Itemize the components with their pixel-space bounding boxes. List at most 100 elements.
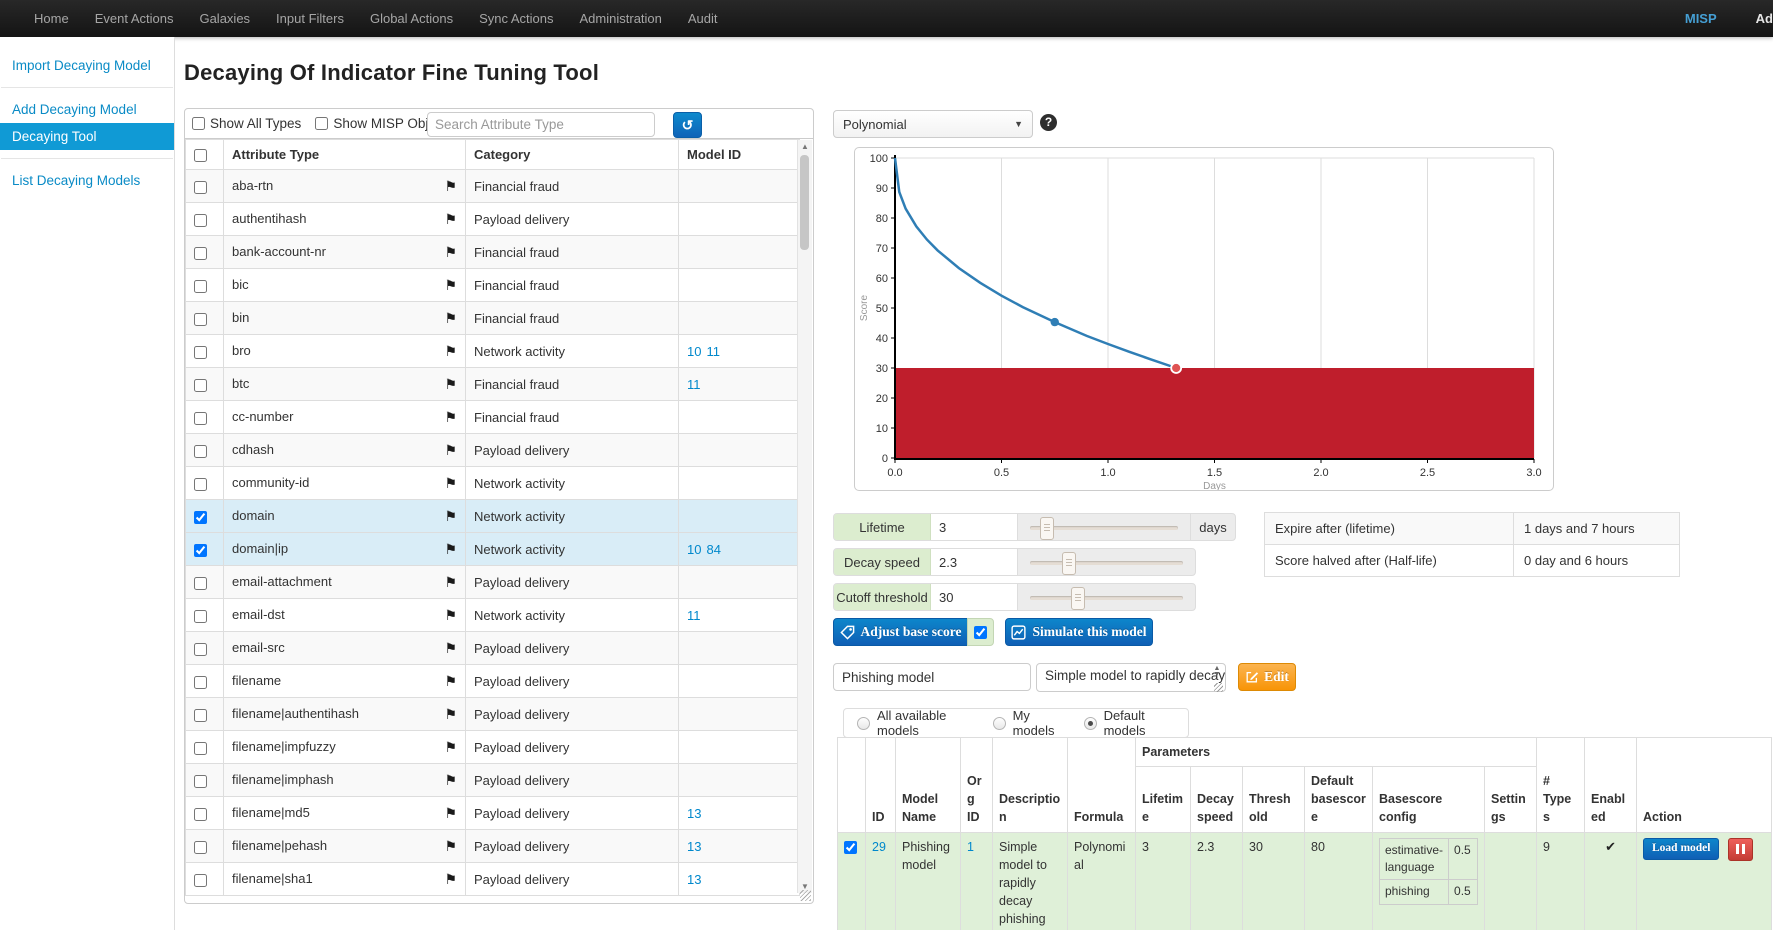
flag-icon[interactable]: ⚑ <box>444 838 457 855</box>
help-icon[interactable]: ? <box>1040 114 1057 131</box>
misp-brand[interactable]: MISP <box>1672 0 1730 37</box>
nav-item-galaxies[interactable]: Galaxies <box>186 0 263 37</box>
attribute-row-checkbox[interactable] <box>194 610 207 623</box>
flag-icon[interactable]: ⚑ <box>444 574 457 591</box>
model-id-link[interactable]: 13 <box>687 872 701 887</box>
sidebar-item-decaying-tool[interactable]: Decaying Tool <box>0 123 174 150</box>
attribute-row-checkbox[interactable] <box>194 280 207 293</box>
model-id-link[interactable]: 13 <box>687 806 701 821</box>
adjust-base-score-button[interactable]: Adjust base score <box>833 618 968 646</box>
model-id-link[interactable]: 10 <box>687 344 701 359</box>
attribute-table-scrollbar[interactable]: ▲ ▼ <box>797 140 812 893</box>
attribute-row-checkbox[interactable] <box>194 577 207 590</box>
flag-icon[interactable]: ⚑ <box>444 805 457 822</box>
cutoff-threshold-input[interactable] <box>931 584 1018 610</box>
simulate-model-button[interactable]: Simulate this model <box>1005 618 1153 646</box>
header-category[interactable]: Category <box>466 140 679 170</box>
nav-item-home[interactable]: Home <box>21 0 82 37</box>
attribute-row-checkbox[interactable] <box>194 808 207 821</box>
flag-icon[interactable]: ⚑ <box>444 277 457 294</box>
lifetime-slider-handle[interactable] <box>1040 517 1054 540</box>
cutoff-threshold-slider-track[interactable] <box>1030 584 1183 610</box>
flag-icon[interactable]: ⚑ <box>444 343 457 360</box>
flag-icon[interactable]: ⚑ <box>444 409 457 426</box>
radio-my-models[interactable]: My models <box>993 708 1064 738</box>
flag-icon[interactable]: ⚑ <box>444 376 457 393</box>
nav-item-sync-actions[interactable]: Sync Actions <box>466 0 566 37</box>
attribute-row-checkbox[interactable] <box>194 247 207 260</box>
model-name-input[interactable] <box>833 663 1031 691</box>
attribute-row-checkbox[interactable] <box>194 478 207 491</box>
radio-icon[interactable] <box>1084 717 1097 730</box>
flag-icon[interactable]: ⚑ <box>444 706 457 723</box>
attribute-row-checkbox[interactable] <box>194 544 207 557</box>
refresh-button[interactable]: ↺ <box>673 112 702 138</box>
attribute-row-checkbox[interactable] <box>194 214 207 227</box>
attribute-row-checkbox[interactable] <box>194 511 207 524</box>
attribute-row-checkbox[interactable] <box>194 379 207 392</box>
decay-speed-slider-handle[interactable] <box>1062 552 1076 575</box>
panel-resize-grip[interactable] <box>800 890 811 901</box>
nav-item-global-actions[interactable]: Global Actions <box>357 0 466 37</box>
attribute-row-checkbox[interactable] <box>194 676 207 689</box>
attribute-row-checkbox[interactable] <box>194 412 207 425</box>
lifetime-input[interactable] <box>931 514 1018 540</box>
flag-icon[interactable]: ⚑ <box>444 442 457 459</box>
attribute-row-checkbox[interactable] <box>194 346 207 359</box>
pause-model-button[interactable] <box>1728 838 1753 861</box>
attribute-row-checkbox[interactable] <box>194 841 207 854</box>
model-id-link[interactable]: 84 <box>706 542 720 557</box>
load-model-button[interactable]: Load model <box>1643 838 1719 860</box>
flag-icon[interactable]: ⚑ <box>444 310 457 327</box>
flag-icon[interactable]: ⚑ <box>444 739 457 756</box>
model-id-link[interactable]: 10 <box>687 542 701 557</box>
nav-item-audit[interactable]: Audit <box>675 0 731 37</box>
flag-icon[interactable]: ⚑ <box>444 607 457 624</box>
flag-icon[interactable]: ⚑ <box>444 772 457 789</box>
attribute-row-checkbox[interactable] <box>194 313 207 326</box>
admin-menu[interactable]: Ad <box>1756 11 1773 26</box>
flag-icon[interactable]: ⚑ <box>444 673 457 690</box>
flag-icon[interactable]: ⚑ <box>444 244 457 261</box>
textarea-scroll-arrows[interactable]: ▲▼ <box>1212 666 1222 678</box>
model-row-checkbox[interactable] <box>844 841 857 854</box>
cutoff-threshold-slider-handle[interactable] <box>1071 587 1085 610</box>
model-id-link[interactable]: 11 <box>687 377 701 392</box>
model-id-link[interactable]: 29 <box>872 840 886 854</box>
nav-item-event-actions[interactable]: Event Actions <box>82 0 187 37</box>
flag-icon[interactable]: ⚑ <box>444 871 457 888</box>
sidebar-item-add-decaying-model[interactable]: Add Decaying Model <box>0 96 174 123</box>
attribute-row-checkbox[interactable] <box>194 643 207 656</box>
nav-item-administration[interactable]: Administration <box>567 0 675 37</box>
scrollbar-thumb[interactable] <box>800 155 809 250</box>
adjust-base-score-checkbox[interactable] <box>974 626 987 639</box>
radio-icon[interactable] <box>993 717 1006 730</box>
textarea-resize-grip[interactable] <box>1214 683 1223 692</box>
radio-default-models[interactable]: Default models <box>1084 708 1175 738</box>
scroll-up-icon[interactable]: ▲ <box>798 142 812 151</box>
search-attribute-type-input[interactable] <box>427 112 655 137</box>
model-id-link[interactable]: 13 <box>687 839 701 854</box>
header-model-id[interactable]: Model ID <box>679 140 800 170</box>
decay-speed-slider-track[interactable] <box>1030 549 1183 575</box>
model-id-link[interactable]: 11 <box>706 344 720 359</box>
model-id-link[interactable]: 11 <box>687 608 701 623</box>
flag-icon[interactable]: ⚑ <box>444 211 457 228</box>
sidebar-item-list-decaying-models[interactable]: List Decaying Models <box>0 167 174 194</box>
attribute-row-checkbox[interactable] <box>194 742 207 755</box>
lifetime-slider-track[interactable] <box>1030 514 1178 540</box>
org-id-link[interactable]: 1 <box>967 840 974 854</box>
attribute-row-checkbox[interactable] <box>194 445 207 458</box>
attribute-row-checkbox[interactable] <box>194 709 207 722</box>
flag-icon[interactable]: ⚑ <box>444 640 457 657</box>
flag-icon[interactable]: ⚑ <box>444 475 457 492</box>
flag-icon[interactable]: ⚑ <box>444 508 457 525</box>
flag-icon[interactable]: ⚑ <box>444 541 457 558</box>
radio-all-available-models[interactable]: All available models <box>857 708 973 738</box>
header-attribute-type[interactable]: Attribute Type <box>224 140 466 170</box>
show-misp-objects-checkbox[interactable] <box>315 117 328 130</box>
show-all-types-checkbox[interactable] <box>192 117 205 130</box>
attribute-row-checkbox[interactable] <box>194 181 207 194</box>
model-description-textarea[interactable]: Simple model to rapidly decay <box>1036 663 1226 692</box>
edit-model-button[interactable]: Edit <box>1238 663 1296 691</box>
